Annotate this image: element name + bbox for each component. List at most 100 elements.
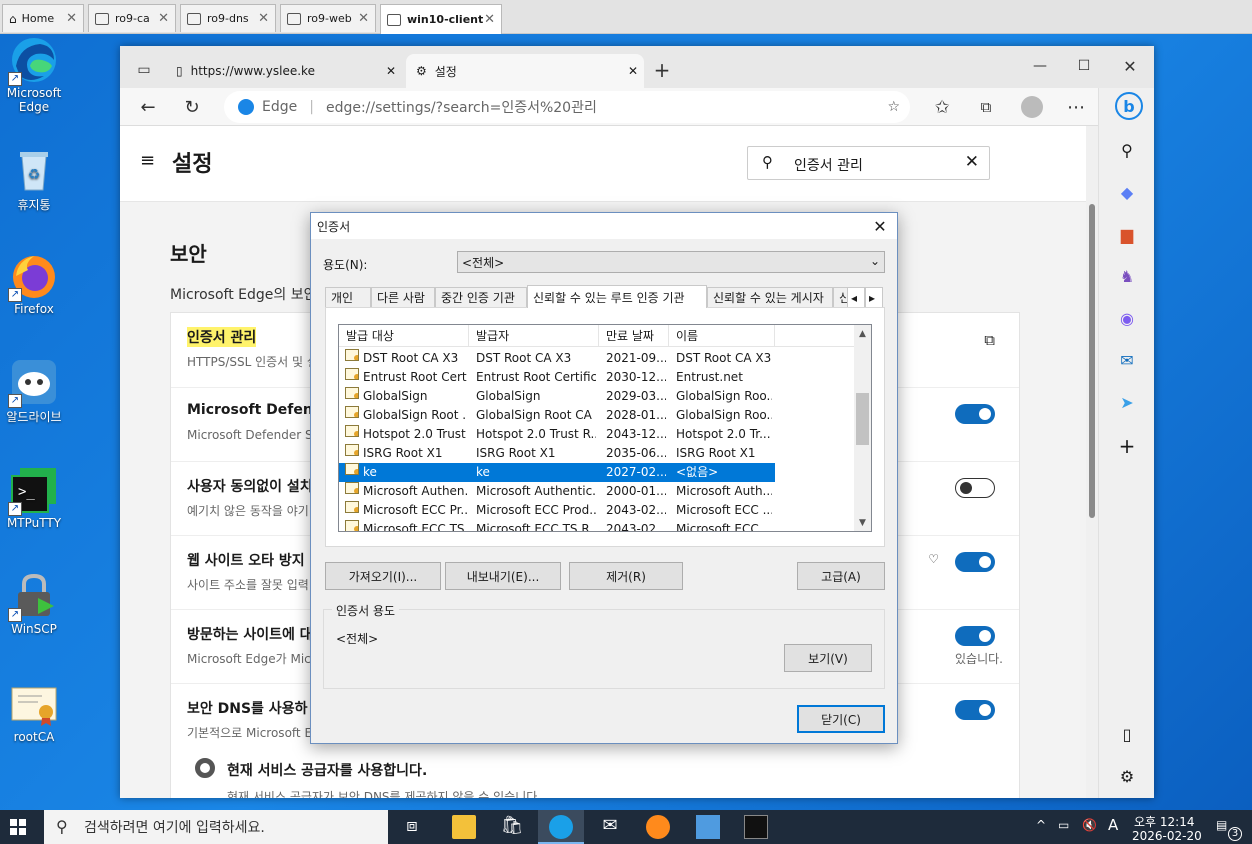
send-icon[interactable]: ➤ (1115, 390, 1139, 414)
task-view-icon[interactable]: ⧈ (400, 815, 424, 839)
close-icon[interactable]: ✕ (358, 11, 369, 26)
close-icon[interactable]: ✕ (628, 64, 638, 78)
tab-trusted-publishers[interactable]: 신뢰할 수 있는 게시자 (707, 287, 833, 307)
favorites-icon[interactable]: ✩ (928, 93, 956, 121)
scrollbar-thumb[interactable] (856, 393, 869, 445)
firefox-icon[interactable] (646, 815, 670, 839)
maximize-icon[interactable]: ☐ (1070, 52, 1098, 80)
minimize-icon[interactable]: — (1026, 52, 1054, 80)
desktop-icon-firefox[interactable]: ↗ Firefox (0, 252, 74, 316)
certificate-row[interactable]: Microsoft Authen... Microsoft Authentic..… (339, 482, 775, 501)
certificate-row[interactable]: Microsoft ECC Pr... Microsoft ECC Prod...… (339, 501, 775, 520)
certificate-row[interactable]: DST Root CA X3 DST Root CA X3 2021-09... DS… (339, 349, 775, 368)
tab-scroll-left-icon[interactable]: ◂ (847, 287, 865, 307)
advanced-button[interactable]: 고급(A) (797, 562, 885, 590)
certificate-row[interactable]: ISRG Root X1 ISRG Root X1 2035-06... ISRG R… (339, 444, 775, 463)
back-icon[interactable]: ← (134, 93, 162, 121)
sidebar-toggle-icon[interactable]: ▯ (1115, 722, 1139, 746)
terminal-icon[interactable] (744, 815, 768, 839)
column-issued-by[interactable]: 발급자 (469, 325, 599, 347)
new-tab-icon[interactable]: + (648, 56, 676, 84)
chess-icon[interactable]: ♞ (1115, 264, 1139, 288)
certificate-row[interactable]: Entrust Root Certi... Entrust Root Certif… (339, 368, 775, 387)
gear-icon[interactable]: ⚙ (1115, 764, 1139, 788)
file-explorer-icon[interactable] (452, 815, 476, 839)
tab-scroll-right-icon[interactable]: ▸ (865, 287, 883, 307)
browser-tab-yslee[interactable]: ▯ https://www.yslee.ke ✕ (166, 54, 402, 88)
hamburger-menu-icon[interactable]: ≡ (140, 150, 155, 171)
external-link-icon[interactable]: ⧉ (984, 331, 995, 349)
toolbox-icon[interactable]: ▆ (1115, 222, 1139, 246)
desktop-icon-winscp[interactable]: ↗ WinSCP (0, 572, 74, 636)
outlook-icon[interactable]: ✉ (1115, 348, 1139, 372)
close-icon[interactable]: ✕ (869, 215, 891, 237)
collections-icon[interactable]: ⧉ (972, 93, 1000, 121)
browser-tab-settings[interactable]: ⚙ 설정 ✕ (406, 54, 644, 88)
desktop-icon-recycle-bin[interactable]: ♻ 휴지통 (0, 146, 74, 213)
certificate-row[interactable]: ke ke 2027-02... <없음> (339, 463, 775, 482)
vm-tab-ro9-web[interactable]: ro9-web ✕ (280, 4, 376, 32)
scroll-up-icon[interactable]: ▲ (854, 325, 871, 342)
vm-tab-home[interactable]: ⌂ Home ✕ (2, 4, 84, 32)
close-icon[interactable]: ✕ (66, 11, 77, 26)
windows-start-icon[interactable] (10, 819, 26, 835)
view-button[interactable]: 보기(V) (784, 644, 872, 672)
scroll-down-icon[interactable]: ▼ (854, 514, 871, 531)
volume-muted-icon[interactable]: 🔇 (1082, 818, 1097, 832)
clear-search-icon[interactable]: ✕ (965, 152, 979, 172)
ime-indicator[interactable]: A (1108, 816, 1118, 834)
address-bar[interactable]: Edge | edge://settings/?search=인증서%20관리 … (224, 91, 910, 123)
clock-date[interactable]: 2026-02-20 (1132, 829, 1202, 843)
chevron-up-icon[interactable]: ^ (1036, 818, 1046, 832)
clock-time[interactable]: 오후 12:14 (1134, 813, 1194, 830)
close-icon[interactable]: ✕ (258, 11, 269, 26)
tab-intermediate-ca[interactable]: 중간 인증 기관 (435, 287, 527, 307)
close-window-icon[interactable]: ✕ (1116, 52, 1144, 80)
radio-current-provider[interactable] (195, 758, 215, 778)
network-app-icon[interactable] (696, 815, 720, 839)
remove-button[interactable]: 제거(R) (569, 562, 683, 590)
settings-search-input[interactable]: 인증서 관리 (794, 155, 863, 175)
close-icon[interactable]: ✕ (386, 64, 396, 78)
defender-toggle[interactable] (955, 404, 995, 424)
store-icon[interactable]: 🛍 (500, 815, 524, 839)
certificate-row[interactable]: Microsoft ECC TS... Microsoft ECC TS R...… (339, 520, 775, 531)
settings-scrollbar[interactable] (1086, 126, 1098, 798)
certificate-row[interactable]: Hotspot 2.0 Trust... Hotspot 2.0 Trust R.… (339, 425, 775, 444)
settings-search-box[interactable]: ⚲ 인증서 관리 ✕ (747, 146, 990, 180)
vm-tab-ro9-dns[interactable]: ro9-dns ✕ (180, 4, 276, 32)
feedback-icon[interactable]: ♡ (928, 552, 939, 566)
desktop-icon-edge[interactable]: ↗ Microsoft Edge (0, 36, 74, 114)
close-icon[interactable]: ✕ (484, 12, 495, 27)
scrollbar-thumb[interactable] (1089, 204, 1095, 518)
column-expiration[interactable]: 만료 날짜 (599, 325, 669, 347)
favorite-add-icon[interactable]: ☆ (887, 99, 900, 115)
desktop-icon-aldrive[interactable]: ↗ 알드라이브 (0, 358, 74, 425)
tab-other-people[interactable]: 다른 사람 (371, 287, 435, 307)
certificate-row[interactable]: GlobalSign Root ... GlobalSign Root CA 202… (339, 406, 775, 425)
tab-trusted-root-ca[interactable]: 신뢰할 수 있는 루트 인증 기관 (527, 285, 707, 308)
certificate-row[interactable]: GlobalSign GlobalSign 2029-03... GlobalSign… (339, 387, 775, 406)
close-icon[interactable]: ✕ (158, 11, 169, 26)
notification-icon[interactable]: ▤ (1216, 818, 1227, 832)
profile-avatar[interactable] (1018, 93, 1046, 121)
refresh-icon[interactable]: ↻ (178, 93, 206, 121)
export-button[interactable]: 내보내기(E)... (445, 562, 561, 590)
desktop-icon-mtputty[interactable]: >_ ↗ MTPuTTY (0, 466, 74, 530)
taskbar-edge-button[interactable] (538, 810, 584, 844)
column-issued-to[interactable]: 발급 대상 (339, 325, 469, 347)
vm-tab-win10-client[interactable]: win10-client ✕ (380, 4, 502, 34)
tab-actions-icon[interactable]: ▭ (130, 56, 158, 84)
mail-icon[interactable]: ✉ (598, 815, 622, 839)
purpose-select[interactable]: <전체> ⌄ (457, 251, 885, 273)
secure-dns-toggle[interactable] (955, 700, 995, 720)
certificate-list[interactable]: 발급 대상 발급자 만료 날짜 이름 DST Root CA X3 DST Roo… (338, 324, 872, 532)
list-scrollbar[interactable]: ▲ ▼ (854, 325, 871, 531)
site-safety-toggle[interactable] (955, 626, 995, 646)
add-icon[interactable]: + (1115, 434, 1139, 458)
bing-icon[interactable]: b (1115, 92, 1143, 120)
desktop-icon-rootca[interactable]: rootCA (0, 680, 74, 744)
tag-icon[interactable]: ◆ (1115, 180, 1139, 204)
import-button[interactable]: 가져오기(I)... (325, 562, 441, 590)
column-friendly-name[interactable]: 이름 (669, 325, 775, 347)
